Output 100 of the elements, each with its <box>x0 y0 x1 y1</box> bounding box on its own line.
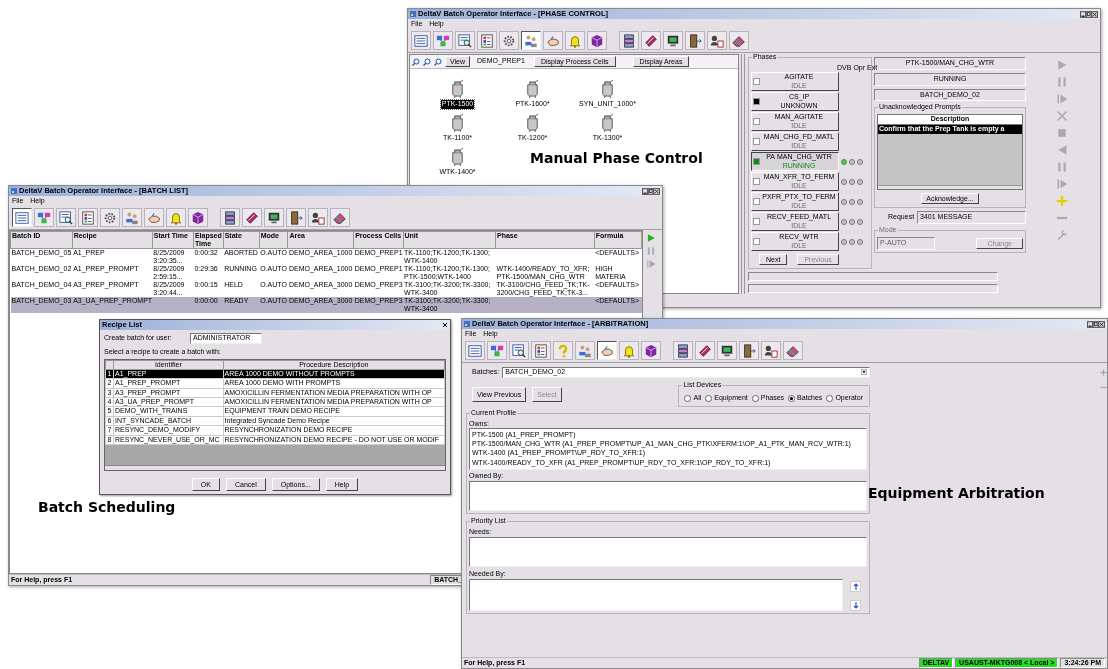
arrow-up-icon <box>852 582 859 590</box>
users-icon <box>764 343 778 358</box>
network-icon <box>490 343 504 358</box>
door-icon <box>688 33 702 48</box>
toolbar-button[interactable] <box>587 31 607 50</box>
users-icon <box>710 33 724 48</box>
window-controls-icon[interactable] <box>1080 10 1098 18</box>
book-icon <box>644 33 658 48</box>
monitor-icon <box>666 33 680 48</box>
door-icon <box>742 343 756 358</box>
grid-icon <box>81 210 95 225</box>
tank-icon[interactable] <box>524 112 541 133</box>
document-search-icon <box>59 210 73 225</box>
radio-button[interactable] <box>751 394 759 402</box>
toolbar-button[interactable] <box>619 31 639 50</box>
radio-button[interactable] <box>788 394 796 402</box>
close-icon[interactable] <box>442 322 448 328</box>
tank-icon[interactable] <box>599 79 616 100</box>
toolbar-button[interactable] <box>286 208 306 227</box>
eraser-icon <box>333 210 347 225</box>
move-down-button[interactable] <box>850 599 861 611</box>
toolbar-button[interactable] <box>477 31 497 50</box>
toolbar-button[interactable] <box>673 341 693 360</box>
move-up-button[interactable] <box>850 580 861 592</box>
toolbar-button[interactable] <box>220 208 240 227</box>
cube-icon <box>191 210 205 225</box>
toolbar-button[interactable] <box>641 341 661 360</box>
bell-icon <box>622 343 636 358</box>
book-icon <box>698 343 712 358</box>
toolbar-button[interactable] <box>717 341 737 360</box>
scrollbar[interactable] <box>105 464 445 470</box>
monitor-icon <box>267 210 281 225</box>
app-icon <box>410 11 416 17</box>
caption-text: Manual Phase Control <box>530 151 703 165</box>
toolbar-button[interactable] <box>242 208 262 227</box>
server-icon <box>622 33 636 48</box>
bell-icon <box>568 33 582 48</box>
tank-icon[interactable] <box>524 79 541 100</box>
tank-icon[interactable] <box>449 79 466 100</box>
toolbar-button[interactable] <box>509 341 529 360</box>
gear-icon <box>103 210 117 225</box>
toolbar-button[interactable] <box>12 208 32 227</box>
scrollbar[interactable] <box>878 185 1022 190</box>
list-icon <box>15 210 29 225</box>
list-icon <box>468 343 482 358</box>
toolbar-button[interactable] <box>783 341 803 360</box>
eraser-icon <box>786 343 800 358</box>
people-icon <box>524 33 538 48</box>
arrow-down-icon <box>852 601 859 609</box>
toolbar-button[interactable] <box>56 208 76 227</box>
grid-icon <box>480 33 494 48</box>
caption-text: Equipment Arbitration <box>868 486 1045 500</box>
hand-icon <box>600 343 614 358</box>
server-icon <box>676 343 690 358</box>
bell-icon <box>169 210 183 225</box>
toolbar-button[interactable] <box>188 208 208 227</box>
tank-icon[interactable] <box>599 112 616 133</box>
magnifier-icon[interactable] <box>423 57 431 66</box>
hand-icon <box>546 33 560 48</box>
toolbar-button[interactable] <box>499 31 519 50</box>
network-icon <box>37 210 51 225</box>
tank-icon[interactable] <box>449 146 466 167</box>
toolbar-button[interactable] <box>597 341 617 360</box>
gear-icon <box>502 33 516 48</box>
grid-icon <box>534 343 548 358</box>
toolbar-button[interactable] <box>100 208 120 227</box>
hand-icon <box>147 210 161 225</box>
toolbar-button[interactable] <box>78 208 98 227</box>
toolbar-button[interactable] <box>761 341 781 360</box>
radio-button[interactable] <box>705 394 713 402</box>
door-icon <box>289 210 303 225</box>
toolbar-button[interactable] <box>264 208 284 227</box>
toolbar-button[interactable] <box>641 31 661 50</box>
window-controls-icon[interactable] <box>1087 320 1105 328</box>
toolbar-button[interactable] <box>739 341 759 360</box>
users-icon <box>311 210 325 225</box>
radio-button[interactable] <box>826 394 834 402</box>
caret-icon <box>861 369 867 376</box>
toolbar-button[interactable] <box>531 341 551 360</box>
question-mark-icon <box>556 343 570 358</box>
app-icon <box>464 321 470 327</box>
toolbar-button[interactable] <box>521 31 541 50</box>
magnifier-icon[interactable] <box>434 57 442 66</box>
toolbar-button[interactable] <box>695 341 715 360</box>
document-search-icon <box>512 343 526 358</box>
cube-icon <box>590 33 604 48</box>
toolbar-button[interactable] <box>308 208 328 227</box>
toolbar-button[interactable] <box>330 208 350 227</box>
toolbar-button[interactable] <box>729 31 749 50</box>
toolbar-button[interactable] <box>707 31 727 50</box>
tank-icon[interactable] <box>449 112 466 133</box>
toolbar-button[interactable] <box>455 31 475 50</box>
toolbar-button[interactable] <box>663 31 683 50</box>
toolbar-button[interactable] <box>685 31 705 50</box>
radio-button[interactable] <box>684 394 692 402</box>
cube-icon <box>644 343 658 358</box>
magnifier-icon[interactable] <box>412 57 420 66</box>
window-controls-icon[interactable] <box>642 187 660 195</box>
monitor-icon <box>720 343 734 358</box>
eraser-icon <box>732 33 746 48</box>
